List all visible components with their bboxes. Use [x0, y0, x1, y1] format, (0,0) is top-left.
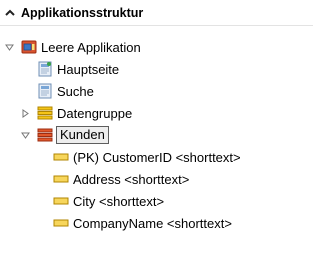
tree-node-label: Address <shorttext>	[73, 171, 190, 187]
data-group-icon	[37, 105, 53, 121]
tree-node-kunden[interactable]: Kunden	[21, 124, 109, 146]
tree-node-page-suche[interactable]: Suche	[37, 80, 94, 102]
tree-node-field[interactable]: City <shorttext>	[53, 190, 164, 212]
field-icon	[53, 215, 69, 231]
tree-node-field[interactable]: (PK) CustomerID <shorttext>	[53, 146, 241, 168]
tree-node-datengruppe[interactable]: Datengruppe	[21, 102, 132, 124]
expand-toggle-icon[interactable]	[5, 43, 14, 52]
tree-node-label: Leere Applikation	[41, 39, 141, 55]
field-icon	[53, 149, 69, 165]
tree-node-label: City <shorttext>	[73, 193, 165, 209]
table-icon	[37, 127, 53, 143]
tree-node-label: CompanyName <shorttext>	[73, 215, 232, 231]
expand-toggle-icon[interactable]	[21, 108, 30, 118]
tree-node-page-hauptseite[interactable]: Hauptseite	[37, 58, 119, 80]
application-icon	[21, 39, 37, 55]
tree-node-field[interactable]: CompanyName <shorttext>	[53, 212, 232, 234]
tree-node-label: Suche	[57, 83, 94, 99]
application-structure-panel: Applikationsstruktur Leere Applikation H…	[0, 0, 313, 278]
tree-node-application[interactable]: Leere Applikation	[5, 36, 141, 58]
tree-node-label: Hauptseite	[57, 61, 120, 77]
tree-node-field[interactable]: Address <shorttext>	[53, 168, 189, 190]
field-icon	[53, 171, 69, 187]
tree-node-label: Datengruppe	[57, 105, 133, 121]
chevron-up-icon[interactable]	[5, 8, 15, 18]
field-icon	[53, 193, 69, 209]
expand-toggle-icon[interactable]	[21, 131, 30, 140]
tree-node-label-selected: Kunden	[56, 126, 109, 144]
tree-node-label: (PK) CustomerID <shorttext>	[73, 149, 241, 165]
panel-title: Applikationsstruktur	[21, 5, 144, 20]
panel-header[interactable]: Applikationsstruktur	[0, 0, 313, 26]
page-icon	[37, 83, 53, 99]
page-icon	[37, 61, 53, 77]
